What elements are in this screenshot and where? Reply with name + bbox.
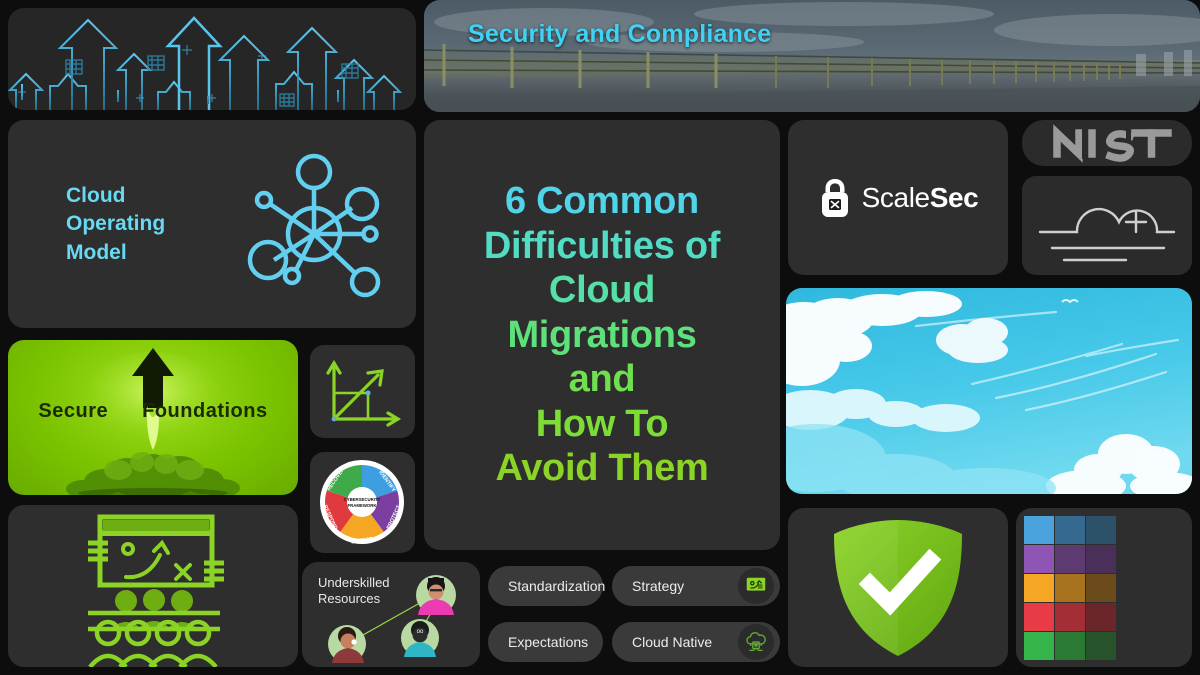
cloud-chip-icon bbox=[738, 624, 774, 660]
tag-expectations-label: Expectations bbox=[508, 634, 589, 650]
swatch-red-3 bbox=[1086, 603, 1116, 631]
tag-expectations[interactable]: Expectations bbox=[488, 622, 603, 662]
com-line-1: Cloud bbox=[66, 184, 126, 207]
nist-wordmark-icon bbox=[1053, 124, 1172, 163]
title-line-6: How To bbox=[535, 402, 669, 445]
green-shield-check-icon bbox=[834, 520, 962, 656]
avatar-person-teal: oo bbox=[401, 619, 439, 657]
cloud-operating-model-card: Cloud Operating Model bbox=[8, 120, 416, 328]
tag-standardization[interactable]: Standardization bbox=[488, 566, 606, 606]
avatar-woman-pink bbox=[416, 575, 456, 615]
swatch-red-1 bbox=[1024, 603, 1054, 631]
title-line-1: 6 Common bbox=[505, 180, 699, 223]
scalesec-wordmark: ScaleSec bbox=[862, 182, 979, 214]
hero-title: Security and Compliance bbox=[468, 20, 772, 48]
secure-foundations-label: Secure Foundations bbox=[8, 400, 298, 423]
swatch-purple-2 bbox=[1055, 545, 1085, 573]
cloud-plus-card bbox=[1022, 176, 1192, 275]
underskilled-resources-label: Underskilled Resources bbox=[318, 575, 390, 608]
scalesec-logo-card: ScaleSec bbox=[788, 120, 1008, 275]
blue-sky-clouds-card bbox=[786, 288, 1192, 494]
scalesec-name-bold: Sec bbox=[929, 181, 979, 213]
color-swatch-card bbox=[1016, 508, 1192, 667]
csf-center-line-1: CYBERSECURITY bbox=[344, 497, 381, 502]
swatch-blue-1 bbox=[1024, 516, 1054, 544]
main-title: 6 Common Difficulties of Cloud Migration… bbox=[424, 120, 780, 550]
title-line-7: Avoid Them bbox=[495, 447, 709, 490]
upward-arrows-graphic bbox=[8, 16, 403, 110]
growth-chart-card bbox=[310, 345, 415, 438]
tag-cloud-native-label: Cloud Native bbox=[632, 634, 713, 650]
strategy-board-with-team-icon bbox=[88, 514, 224, 667]
people-label-line-1: Underskilled bbox=[318, 575, 390, 590]
moodboard-canvas: Security and Compliance Cloud Operating … bbox=[0, 0, 1200, 675]
strategy-board-icon bbox=[738, 568, 774, 604]
shield-check-card bbox=[788, 508, 1008, 667]
swatch-purple-1 bbox=[1024, 545, 1054, 573]
svg-text:oo: oo bbox=[417, 629, 424, 635]
swatch-green-3 bbox=[1086, 632, 1116, 660]
blue-sky-with-clouds-photo bbox=[786, 288, 1192, 494]
csf-center-line-2: FRAMEWORK bbox=[348, 503, 378, 508]
strategy-team-card bbox=[8, 505, 298, 667]
cloud-operating-model-title: Cloud Operating Model bbox=[66, 182, 165, 267]
swatch-green-1 bbox=[1024, 632, 1054, 660]
scalesec-logo: ScaleSec bbox=[788, 120, 1008, 275]
swatch-blue-3 bbox=[1086, 516, 1116, 544]
tag-strategy-label: Strategy bbox=[632, 578, 685, 594]
upward-arrows-panel bbox=[8, 8, 416, 110]
nist-csf-wheel-card: IDENTIFY PROTECT DETECT RESPOND RECOVER … bbox=[310, 452, 415, 553]
secure-word-2: Foundations bbox=[142, 400, 268, 422]
tag-cloud-native[interactable]: Cloud Native bbox=[612, 622, 780, 662]
swatch-green-2 bbox=[1055, 632, 1085, 660]
nist-logo-card bbox=[1022, 120, 1192, 166]
com-line-3: Model bbox=[66, 240, 127, 264]
secure-word-1: Secure bbox=[38, 400, 109, 422]
swatch-red-2 bbox=[1055, 603, 1085, 631]
growth-line-chart-icon bbox=[326, 359, 402, 427]
swatch-orange-2 bbox=[1055, 574, 1085, 602]
title-line-4: Migrations bbox=[507, 313, 697, 356]
color-swatch-grid bbox=[1024, 516, 1116, 660]
cloud-plus-outline-icon bbox=[1038, 207, 1176, 262]
hub-and-spoke-network-icon bbox=[247, 153, 381, 298]
title-line-2: Difficulties of bbox=[483, 224, 721, 267]
underskilled-resources-card: oo Underskilled Resources bbox=[302, 562, 480, 667]
padlock-logo-icon bbox=[821, 178, 848, 217]
swatch-purple-3 bbox=[1086, 545, 1116, 573]
tag-standardization-label: Standardization bbox=[508, 578, 606, 594]
people-label-line-2: Resources bbox=[318, 591, 381, 607]
avatar-man-dark bbox=[328, 625, 366, 663]
bridge-photo bbox=[424, 0, 1200, 112]
cybersecurity-framework-wheel-icon: IDENTIFY PROTECT DETECT RESPOND RECOVER … bbox=[320, 460, 404, 545]
swatch-orange-3 bbox=[1086, 574, 1116, 602]
main-title-card: 6 Common Difficulties of Cloud Migration… bbox=[424, 120, 780, 550]
secure-foundations-card: Secure Foundations bbox=[8, 340, 298, 495]
title-line-5: and bbox=[568, 358, 636, 401]
com-line-2: Operating bbox=[66, 212, 166, 236]
swatch-blue-2 bbox=[1055, 516, 1085, 544]
security-compliance-hero: Security and Compliance bbox=[424, 0, 1200, 112]
scalesec-name-light: Scale bbox=[861, 181, 930, 213]
tag-strategy[interactable]: Strategy bbox=[612, 566, 780, 606]
swatch-orange-1 bbox=[1024, 574, 1054, 602]
title-line-3: Cloud bbox=[548, 269, 656, 312]
